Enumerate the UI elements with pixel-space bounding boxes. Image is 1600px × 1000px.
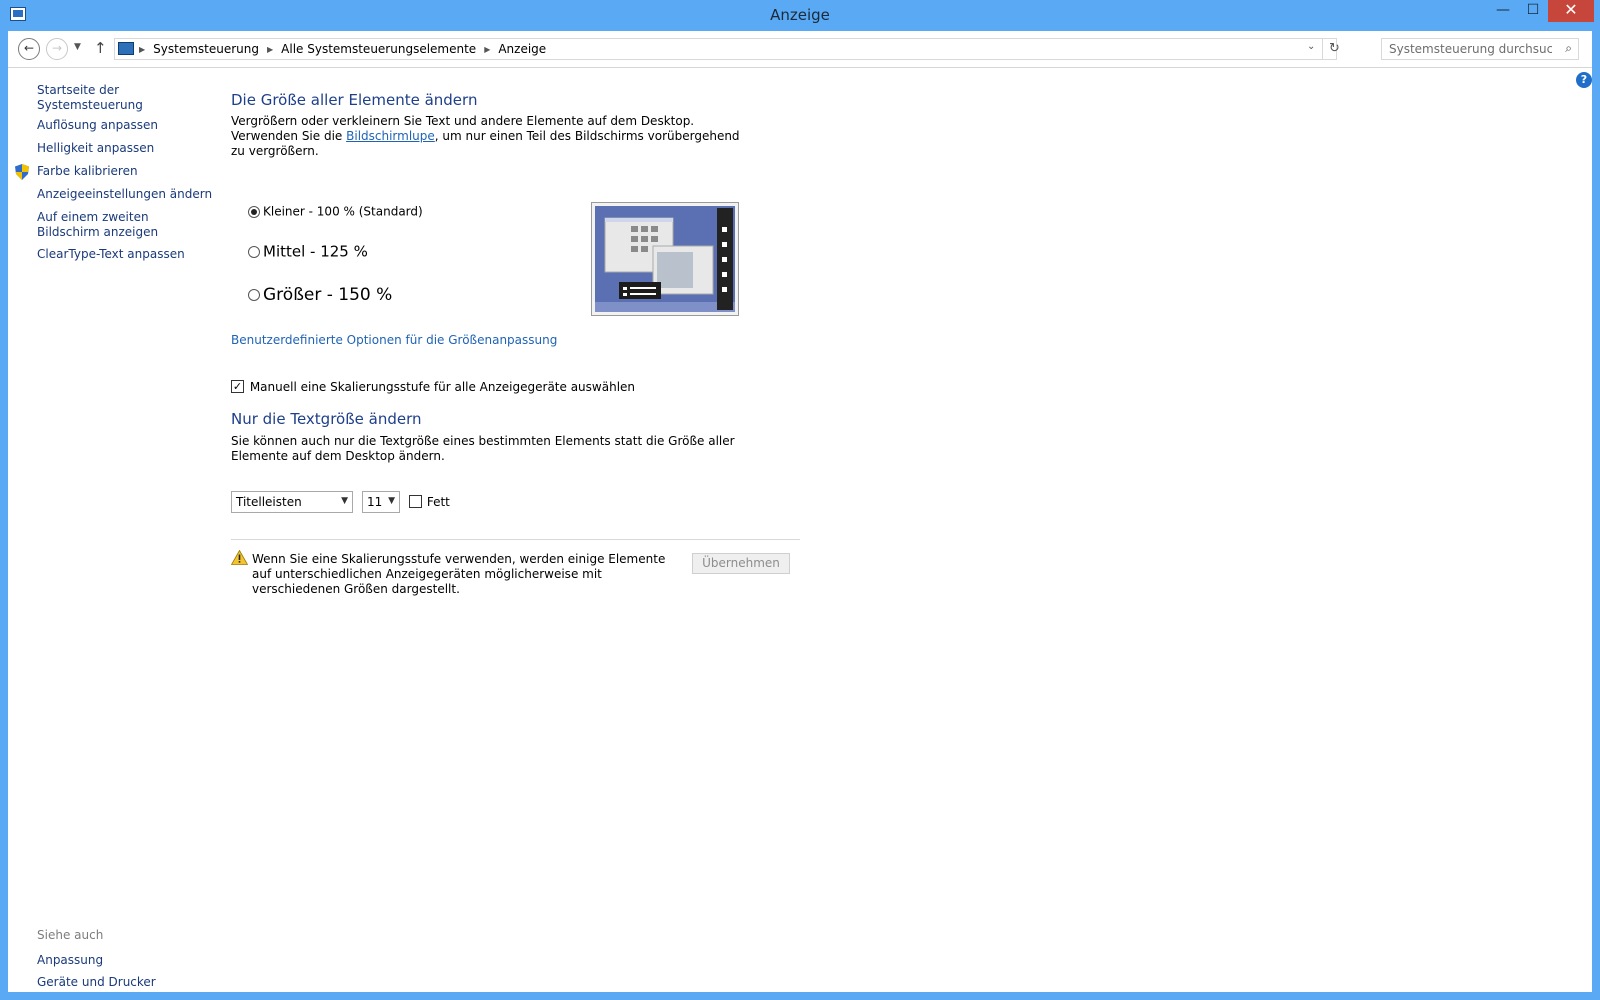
- uac-shield-icon: [15, 164, 29, 180]
- breadcrumb-anzeige[interactable]: Anzeige: [498, 42, 546, 56]
- magnifier-link[interactable]: Bildschirmlupe: [346, 129, 435, 143]
- address-dropdown-chevron-icon[interactable]: ⌄: [1307, 41, 1315, 52]
- warning-text: Wenn Sie eine Skalierungsstufe verwenden…: [252, 552, 666, 596]
- manual-scaling-label[interactable]: Manuell eine Skalierungsstufe für alle A…: [250, 380, 635, 394]
- option-large[interactable]: Größer - 150 %: [248, 285, 392, 305]
- sidebar-link-devices-printers[interactable]: Geräte und Drucker: [37, 975, 156, 990]
- bold-checkbox[interactable]: [409, 495, 422, 508]
- option-small-label[interactable]: Kleiner - 100 % (Standard): [263, 205, 423, 219]
- scaling-preview-image: [591, 202, 739, 316]
- help-icon[interactable]: ?: [1576, 72, 1592, 88]
- bold-row[interactable]: Fett: [409, 494, 450, 509]
- element-select-value: Titelleisten: [236, 495, 302, 509]
- manual-scaling-checkbox[interactable]: ✓: [231, 380, 244, 393]
- window-client-area: ← → ▼ ↑ ▶ Systemsteuerung ▶ Alle Systemsteu…: [8, 31, 1592, 992]
- control-panel-icon: [118, 42, 134, 55]
- sidebar-link-second-screen[interactable]: Auf einem zweiten Bildschirm anzeigen: [37, 210, 207, 240]
- font-size-select[interactable]: 11 ▼: [362, 491, 400, 513]
- sidebar-link-display-settings[interactable]: Anzeigeeinstellungen ändern: [37, 187, 212, 202]
- search-box[interactable]: ⌕: [1381, 38, 1579, 60]
- search-icon[interactable]: ⌕: [1565, 41, 1572, 56]
- radio-large[interactable]: [248, 289, 260, 301]
- breadcrumb-separator-icon[interactable]: ▶: [267, 45, 273, 54]
- heading-text-size: Nur die Textgröße ändern: [231, 410, 422, 428]
- custom-sizing-options-link[interactable]: Benutzerdefinierte Optionen für die Größ…: [231, 333, 557, 347]
- text-size-description: Sie können auch nur die Textgröße eines …: [231, 434, 735, 463]
- breadcrumb-separator-icon[interactable]: ▶: [139, 45, 145, 54]
- warning-icon: [231, 550, 248, 565]
- option-large-label[interactable]: Größer - 150 %: [263, 285, 392, 305]
- breadcrumb-systemsteuerung[interactable]: Systemsteuerung: [153, 42, 259, 56]
- navigation-bar: ← → ▼ ↑ ▶ Systemsteuerung ▶ Alle Systemsteu…: [8, 31, 1592, 68]
- desktop-preview-illustration: [595, 206, 735, 312]
- breadcrumb: ▶ Systemsteuerung ▶ Alle Systemsteuerungsel…: [139, 42, 546, 56]
- see-also-heading: Siehe auch: [37, 928, 104, 942]
- breadcrumb-separator-icon[interactable]: ▶: [484, 45, 490, 54]
- radio-small[interactable]: [248, 205, 260, 218]
- search-input[interactable]: [1382, 39, 1552, 59]
- window-title: Anzeige: [770, 6, 830, 24]
- chevron-down-icon: ▼: [388, 496, 395, 506]
- up-arrow-button[interactable]: ↑: [94, 39, 107, 57]
- heading-resize-all: Die Größe aller Elemente ändern: [231, 91, 478, 109]
- sidebar-link-brightness[interactable]: Helligkeit anpassen: [37, 141, 154, 156]
- breadcrumb-alle-elemente[interactable]: Alle Systemsteuerungselemente: [281, 42, 476, 56]
- chevron-down-icon: ▼: [341, 496, 348, 506]
- option-medium-label[interactable]: Mittel - 125 %: [263, 243, 368, 261]
- apply-button[interactable]: Übernehmen: [692, 553, 790, 574]
- left-pane: Startseite der Systemsteuerung Auflösung…: [8, 69, 223, 991]
- title-bar: Anzeige — ☐ ✕: [0, 0, 1600, 31]
- sidebar-link-calibrate-color[interactable]: Farbe kalibrieren: [37, 164, 138, 179]
- back-button[interactable]: ←: [18, 38, 40, 60]
- refresh-button[interactable]: ↻: [1322, 39, 1346, 59]
- maximize-button[interactable]: ☐: [1518, 0, 1548, 22]
- sidebar-link-home[interactable]: Startseite der Systemsteuerung: [37, 83, 223, 113]
- sidebar-link-resolution[interactable]: Auflösung anpassen: [37, 118, 158, 133]
- address-bar[interactable]: ▶ Systemsteuerung ▶ Alle Systemsteuerungsel…: [114, 38, 1340, 60]
- recent-locations-chevron-icon[interactable]: ▼: [74, 42, 81, 52]
- option-small[interactable]: Kleiner - 100 % (Standard): [248, 204, 423, 219]
- bold-label[interactable]: Fett: [427, 495, 450, 509]
- sidebar-link-cleartype[interactable]: ClearType-Text anpassen: [37, 247, 185, 262]
- divider: [231, 539, 800, 540]
- close-button[interactable]: ✕: [1548, 0, 1594, 22]
- element-select[interactable]: Titelleisten ▼: [231, 491, 353, 513]
- font-size-select-value: 11: [367, 495, 383, 509]
- option-medium[interactable]: Mittel - 125 %: [248, 242, 368, 261]
- radio-medium[interactable]: [248, 245, 260, 258]
- intro-text: Vergrößern oder verkleinern Sie Text und…: [231, 114, 751, 159]
- sidebar-link-personalization[interactable]: Anpassung: [37, 953, 103, 968]
- manual-scaling-row[interactable]: ✓ Manuell eine Skalierungsstufe für alle…: [231, 379, 635, 394]
- minimize-button[interactable]: —: [1488, 0, 1518, 22]
- forward-button[interactable]: →: [46, 38, 68, 60]
